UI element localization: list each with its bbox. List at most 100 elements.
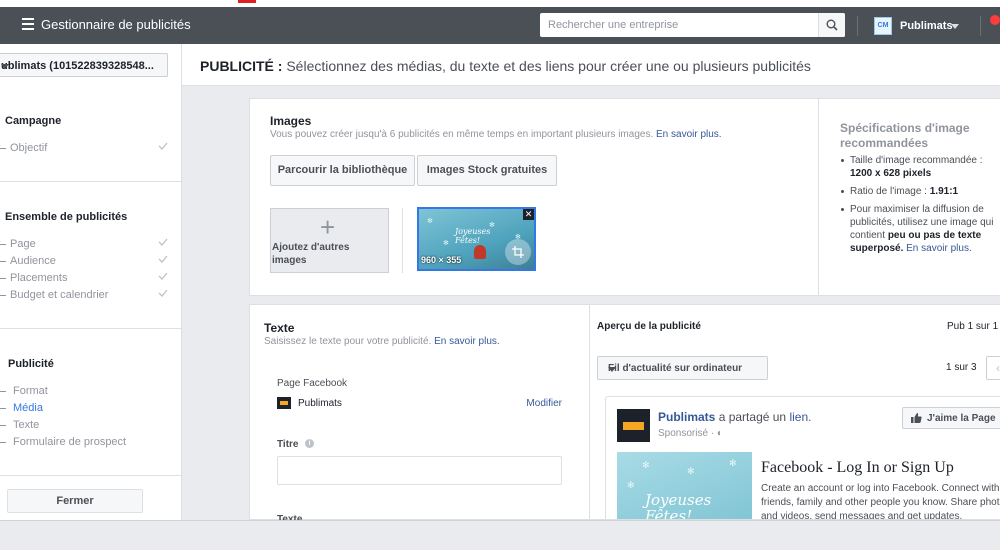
- spec-ratio-label: Ratio de l'image :: [850, 186, 927, 197]
- post-page-name[interactable]: Publimats: [658, 410, 715, 424]
- sidebar-item-placements[interactable]: Placements: [0, 270, 182, 286]
- stock-images-button[interactable]: Images Stock gratuites: [417, 155, 557, 186]
- preview-post: Publimats a partagé un lien. Sponsorisé …: [605, 396, 1000, 520]
- previous-preview-button[interactable]: ‹: [986, 356, 1000, 380]
- sidebar-item-budget[interactable]: Budget et calendrier: [0, 287, 182, 303]
- close-button[interactable]: Fermer: [7, 489, 143, 513]
- account-name: Publimats: [900, 20, 953, 32]
- globe-icon: ◐: [716, 428, 723, 439]
- image-dimensions: 960 × 355: [421, 255, 462, 265]
- text-help-text: Saisissez le texte pour votre publicité.: [264, 336, 432, 347]
- sidebar-item-media[interactable]: Média: [0, 400, 182, 416]
- like-page-button[interactable]: J'aime la Page: [902, 407, 1000, 429]
- learn-more-link[interactable]: En savoir plus.: [656, 129, 722, 140]
- sidebar-heading[interactable]: Publicité: [8, 358, 54, 370]
- account-avatar: CM: [874, 17, 892, 35]
- browse-library-button[interactable]: Parcourir la bibliothèque: [270, 155, 415, 186]
- placement-dropdown[interactable]: Fil d'actualité sur ordinateur: [597, 356, 768, 380]
- images-panel: Images Vous pouvez créer jusqu'à 6 publi…: [249, 98, 1000, 296]
- thumbnail-caption-line2: Fêtes!: [455, 236, 481, 245]
- spec-tip: Pour maximiser la diffusion de publicité…: [840, 203, 1000, 255]
- text-panel: Texte Saisissez le texte pour votre publ…: [249, 304, 589, 525]
- divider: [980, 16, 981, 36]
- spec-size-label: Taille d'image recommandée :: [850, 155, 983, 166]
- notification-icon[interactable]: [988, 13, 1000, 27]
- search-icon: [826, 19, 838, 31]
- divider: [402, 208, 403, 273]
- image-specs-panel: Spécifications d'image recommandées Tail…: [818, 99, 1000, 295]
- ad-account-selector[interactable]: ublimats (101522839328548...: [0, 53, 168, 77]
- sidebar-item-lead-form[interactable]: Formulaire de prospect: [0, 434, 182, 450]
- post-image-caption-line2: Fêtes!: [645, 507, 693, 520]
- info-icon[interactable]: i: [305, 439, 314, 448]
- sidebar-item-audience[interactable]: Audience: [0, 253, 182, 269]
- title-input[interactable]: [277, 456, 562, 485]
- sidebar-item-objectif[interactable]: Objectif: [0, 140, 182, 156]
- post-link[interactable]: lien.: [789, 410, 811, 424]
- post-image-caption: Joyeuses Fêtes!: [645, 492, 711, 520]
- check-icon: [158, 255, 168, 263]
- menu-icon[interactable]: [22, 18, 34, 32]
- check-icon: [158, 272, 168, 280]
- sidebar-heading[interactable]: Ensemble de publicités: [5, 211, 127, 223]
- specs-heading: Spécifications d'image recommandées: [840, 121, 970, 150]
- placement-value: Fil d'actualité sur ordinateur: [608, 363, 743, 374]
- remove-image-icon[interactable]: ✕: [523, 209, 534, 220]
- divider: [0, 475, 182, 476]
- page-title: PUBLICITÉ : Sélectionnez des médias, du …: [200, 58, 811, 74]
- sidebar-item-label: Audience: [10, 255, 56, 267]
- browser-tab-indicator: [238, 0, 256, 3]
- add-images-button[interactable]: + Ajoutez d'autres images: [270, 208, 389, 273]
- page-header: PUBLICITÉ : Sélectionnez des médias, du …: [182, 44, 1000, 86]
- chevron-down-icon: [951, 24, 959, 29]
- search-button[interactable]: [818, 13, 845, 37]
- link-title[interactable]: Facebook - Log In or Sign Up: [761, 459, 954, 477]
- page-title-description: Sélectionnez des médias, du texte et des…: [286, 58, 811, 74]
- text-heading: Texte: [264, 321, 295, 335]
- check-icon: [158, 289, 168, 297]
- add-images-label: Ajoutez d'autres images: [272, 241, 349, 267]
- modify-page-link[interactable]: Modifier: [526, 398, 562, 409]
- check-icon: [158, 238, 168, 246]
- spec-ratio-value: 1.91:1: [929, 186, 959, 197]
- post-image: ✻ ✻ ✻ ✻ Joyeuses Fêtes!: [617, 452, 752, 520]
- learn-more-link[interactable]: En savoir plus.: [434, 336, 500, 347]
- page-logo: [277, 397, 291, 409]
- sidebar-item-format[interactable]: Format: [0, 383, 182, 399]
- ad-preview-panel: Aperçu de la publicité Pub 1 sur 1 Fil d…: [589, 304, 1000, 520]
- sidebar-item-page[interactable]: Page: [0, 236, 182, 252]
- plus-icon: +: [320, 212, 336, 242]
- search-input[interactable]: Rechercher une entreprise: [548, 19, 678, 31]
- selected-image-thumbnail[interactable]: ✻ ✻ ✻ ✻ Joyeuses Fêtes! 960 × 355 ✕: [417, 207, 536, 271]
- spec-size: Taille d'image recommandée : 1200 x 628 p…: [840, 154, 1000, 180]
- spec-ratio: Ratio de l'image : 1.91:1: [840, 185, 1000, 198]
- sidebar-item-text[interactable]: Texte: [0, 417, 182, 433]
- sidebar-item-label: Format: [13, 385, 48, 397]
- crop-button[interactable]: [505, 239, 531, 265]
- page-name: Publimats: [298, 398, 342, 409]
- learn-more-link[interactable]: En savoir plus.: [906, 243, 972, 254]
- top-bar: Gestionnaire de publicités Rechercher un…: [0, 7, 1000, 44]
- divider: [0, 181, 182, 182]
- bottom-bar: [0, 520, 1000, 550]
- ad-count: Pub 1 sur 1: [947, 321, 999, 332]
- page-logo: [617, 409, 650, 442]
- business-search[interactable]: Rechercher une entreprise: [540, 13, 845, 37]
- add-images-label-line2: images: [272, 255, 307, 266]
- app-title[interactable]: Gestionnaire de publicités: [41, 17, 191, 32]
- specs-list: Taille d'image recommandée : 1200 x 628 p…: [840, 154, 1000, 260]
- sidebar-heading[interactable]: Campagne: [5, 115, 61, 127]
- divider: [857, 16, 858, 36]
- browser-top-strip: [0, 0, 1000, 7]
- thumbnail-caption-line1: Joyeuses: [455, 227, 491, 236]
- thumbs-up-icon: [911, 413, 922, 423]
- facebook-page-label: Page Facebook: [277, 378, 348, 389]
- post-author: Publimats a partagé un lien.: [658, 410, 811, 424]
- title-label: Titre: [277, 439, 299, 450]
- sidebar-item-label: Page: [10, 238, 36, 250]
- sponsored-label: Sponsorisé · ◐: [658, 428, 723, 439]
- chevron-down-icon: [1, 64, 9, 69]
- santa-figure: [474, 245, 486, 259]
- sidebar-item-label: Formulaire de prospect: [13, 436, 127, 448]
- thumbnail-caption: Joyeuses Fêtes!: [455, 227, 490, 245]
